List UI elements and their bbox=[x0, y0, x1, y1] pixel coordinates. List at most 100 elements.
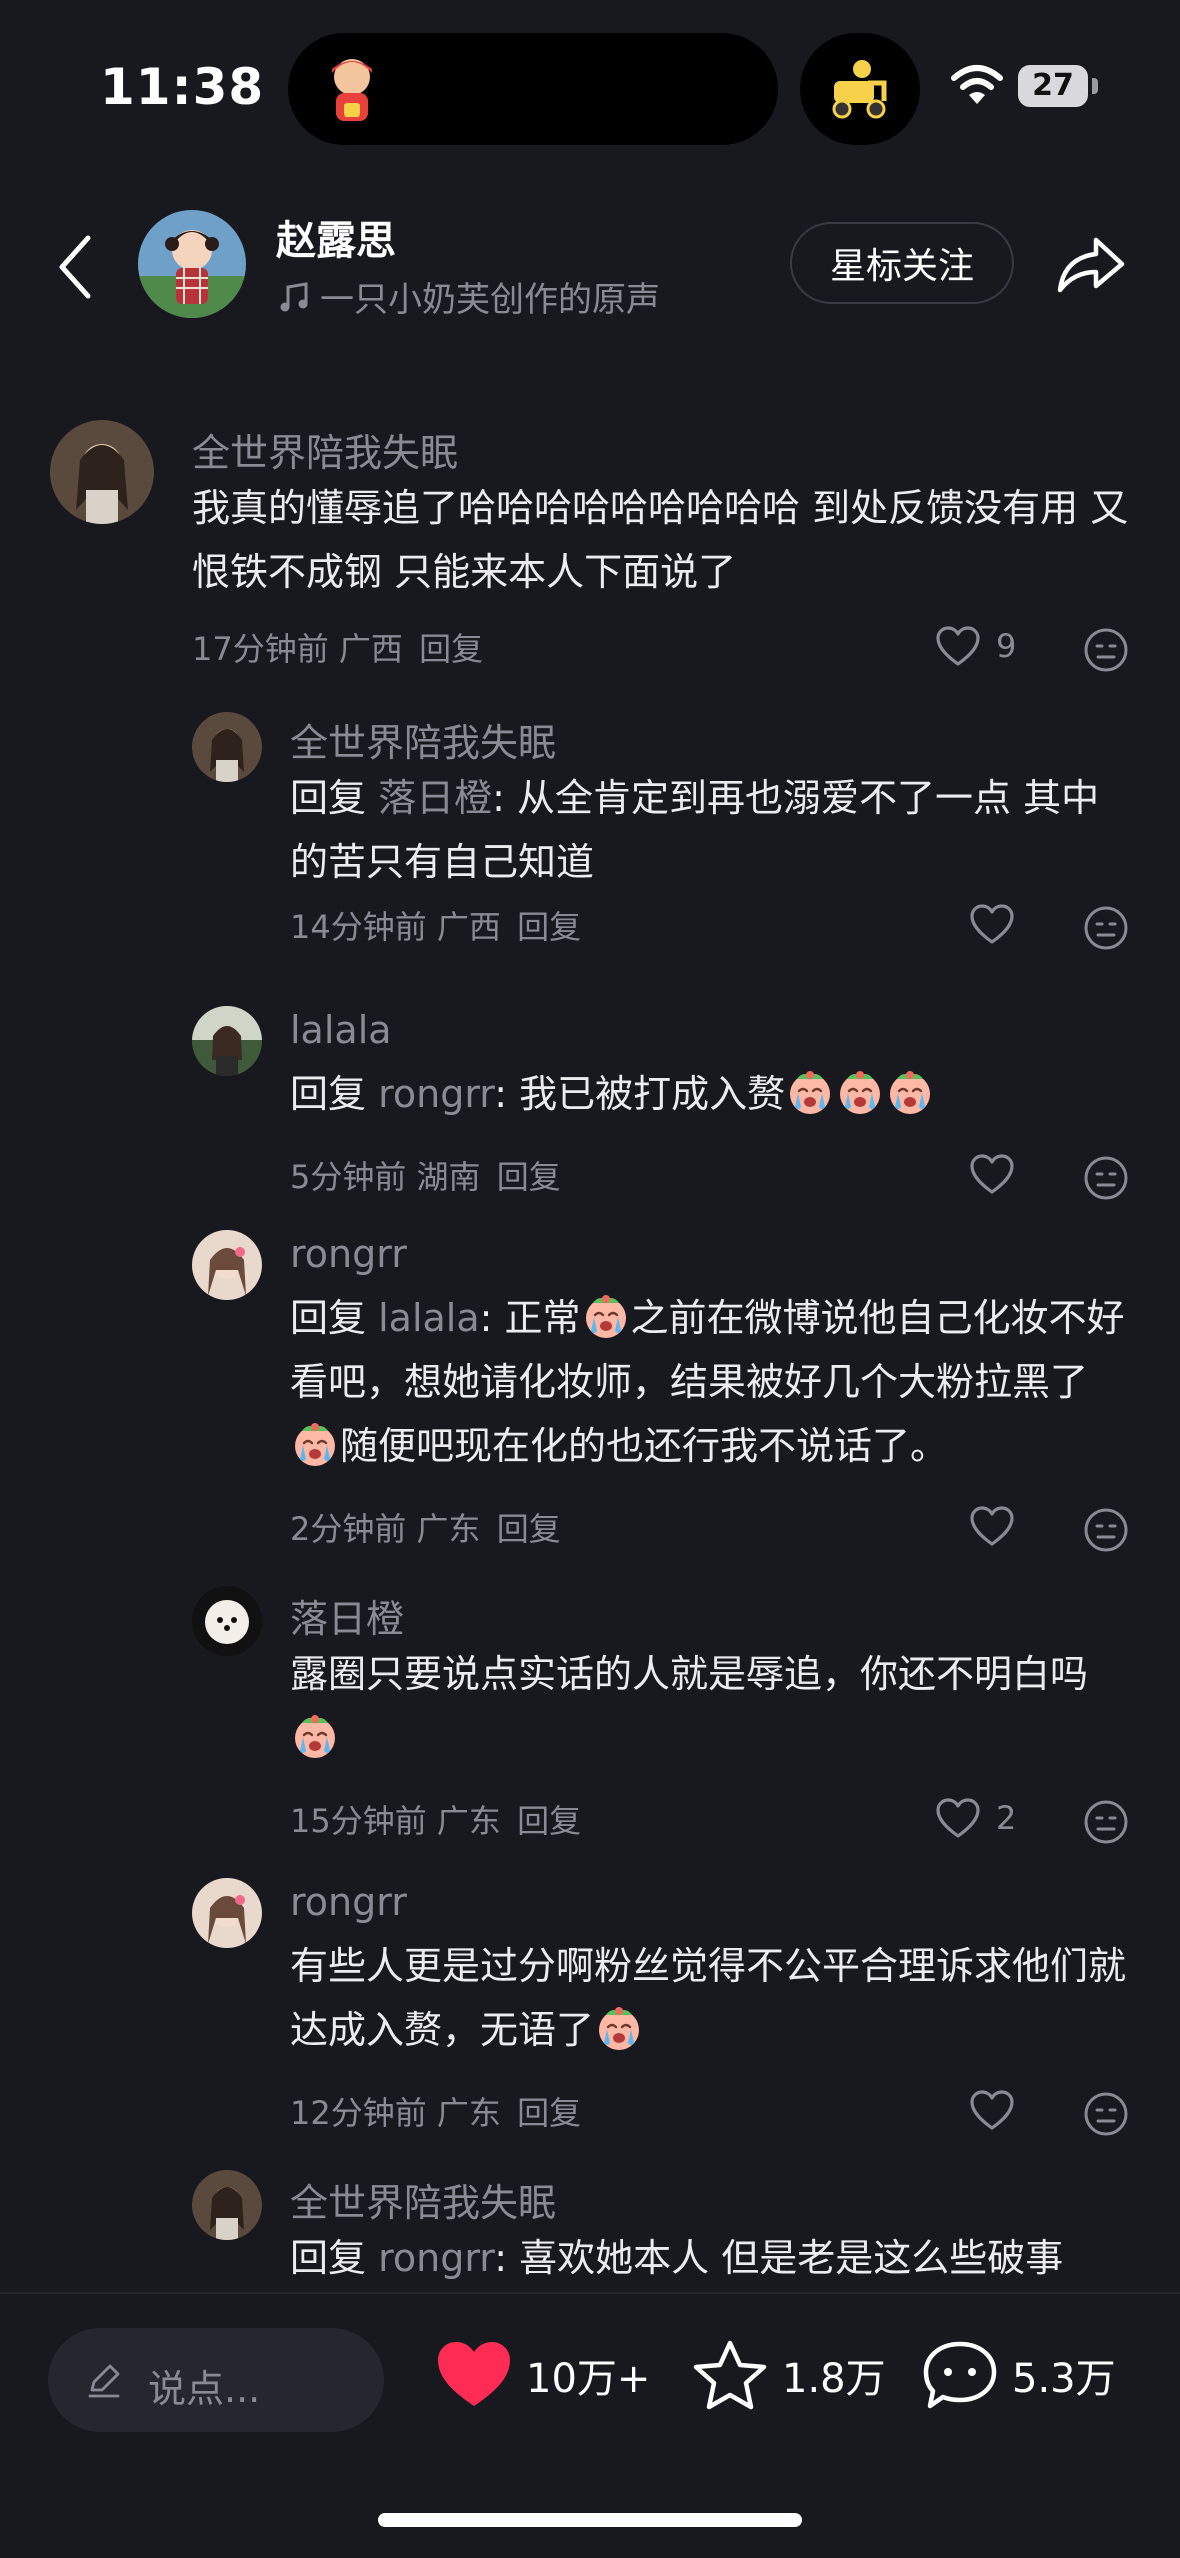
back-arrow-icon[interactable] bbox=[50, 230, 100, 305]
comment-location: 广西 bbox=[338, 630, 403, 668]
user-avatar[interactable] bbox=[192, 1230, 262, 1300]
crying-emoji-icon bbox=[885, 1067, 935, 1117]
comment-list[interactable]: 全世界陪我失眠 我真的懂辱追了哈哈哈哈哈哈哈哈哈 到处反馈没有用 又恨铁不成钢 … bbox=[0, 400, 1180, 2290]
reply-button[interactable]: 回复 bbox=[497, 1510, 561, 1548]
crying-emoji-icon bbox=[290, 1419, 340, 1469]
comment-time: 15分钟前 bbox=[290, 1802, 427, 1840]
comment-body: 有些人更是过分啊粉丝觉得不公平合理诉求他们就达成入赘，无语了 bbox=[290, 1944, 1127, 2052]
user-avatar[interactable] bbox=[192, 1006, 262, 1076]
reply-prefix: 回复 bbox=[290, 776, 367, 820]
reply-item: rongrr 回复 lalala: 正常 之前在微博说他自己化妆不好看吧，想她请化… bbox=[0, 1230, 1180, 1530]
crying-emoji-icon bbox=[290, 1711, 340, 1761]
comment-like-button[interactable] bbox=[968, 2088, 1016, 2132]
dislike-face-icon[interactable] bbox=[1082, 1798, 1130, 1846]
reply-button[interactable]: 回复 bbox=[497, 1158, 561, 1196]
user-avatar[interactable] bbox=[192, 1878, 262, 1948]
heart-outline-icon bbox=[968, 1152, 1016, 1196]
comment-username[interactable]: 落日橙 bbox=[290, 1588, 404, 1643]
comment-like-button[interactable] bbox=[968, 1152, 1016, 1196]
reply-item: 全世界陪我失眠 回复 rongrr: 喜欢她本人 但是老是这么些破事 bbox=[0, 2170, 1180, 2290]
reply-to-user[interactable]: lalala bbox=[378, 1296, 480, 1340]
share-icon[interactable] bbox=[1054, 228, 1128, 300]
reply-button[interactable]: 回复 bbox=[517, 1802, 581, 1840]
comment-username[interactable]: 全世界陪我失眠 bbox=[192, 422, 458, 477]
comment-like-button[interactable]: 2 bbox=[934, 1796, 1016, 1840]
home-indicator[interactable] bbox=[378, 2513, 802, 2527]
star-follow-button[interactable]: 星标关注 bbox=[790, 222, 1014, 304]
reply-body-part-1: : 正常 bbox=[479, 1296, 581, 1340]
reply-to-user[interactable]: rongrr bbox=[378, 1072, 494, 1116]
user-avatar[interactable] bbox=[192, 2170, 262, 2240]
delivery-rider-icon bbox=[332, 59, 372, 121]
comment-like-button[interactable] bbox=[968, 902, 1016, 946]
comment-meta: 12分钟前 广东 回复 bbox=[290, 2088, 581, 2134]
comments-button[interactable]: 5.3万 bbox=[920, 2338, 1116, 2412]
dislike-face-icon[interactable] bbox=[1082, 904, 1130, 952]
comment-username[interactable]: 全世界陪我失眠 bbox=[290, 712, 556, 767]
comment-time: 12分钟前 bbox=[290, 2094, 427, 2132]
comment-input[interactable]: 说点... bbox=[48, 2328, 384, 2432]
comment-meta: 2分钟前 广东 回复 bbox=[290, 1504, 561, 1550]
comment-body: 露圈只要说点实话的人就是辱追，你还不明白吗 bbox=[290, 1652, 1089, 1696]
comment-location: 广西 bbox=[436, 908, 501, 946]
avatar-image bbox=[192, 1586, 262, 1656]
comment-text: 露圈只要说点实话的人就是辱追，你还不明白吗 bbox=[290, 1642, 1132, 1770]
comment-location: 广东 bbox=[436, 1802, 501, 1840]
reply-prefix: 回复 bbox=[290, 2236, 367, 2280]
sound-info[interactable]: 一只小奶芙创作的原声 bbox=[276, 272, 660, 321]
reply-button[interactable]: 回复 bbox=[517, 2094, 581, 2132]
dislike-face-icon[interactable] bbox=[1082, 1506, 1130, 1554]
reply-item: rongrr 有些人更是过分啊粉丝觉得不公平合理诉求他们就达成入赘，无语了 12… bbox=[0, 1878, 1180, 2138]
comment-time: 2分钟前 bbox=[290, 1510, 407, 1548]
comment-count: 5.3万 bbox=[1012, 2356, 1116, 2402]
comment-like-button[interactable]: 9 bbox=[934, 624, 1016, 668]
comment-username[interactable]: rongrr bbox=[290, 1880, 407, 1924]
reply-to-user[interactable]: rongrr bbox=[378, 2236, 494, 2280]
dynamic-island[interactable] bbox=[288, 33, 778, 145]
user-avatar[interactable] bbox=[50, 420, 154, 524]
comment-meta: 5分钟前 湖南 回复 bbox=[290, 1152, 561, 1198]
favorite-count: 1.8万 bbox=[782, 2356, 886, 2402]
dislike-face-icon[interactable] bbox=[1082, 1154, 1130, 1202]
avatar-image bbox=[50, 420, 154, 524]
reply-to-user[interactable]: 落日橙 bbox=[378, 776, 492, 820]
comment-meta: 14分钟前 广西 回复 bbox=[290, 902, 581, 948]
comment-username[interactable]: lalala bbox=[290, 1008, 392, 1052]
comment-text: 回复 落日橙: 从全肯定到再也溺爱不了一点 其中的苦只有自己知道 bbox=[290, 766, 1132, 894]
reply-item: lalala 回复 rongrr: 我已被打成入赘 5分钟前 湖南 回复 bbox=[0, 1006, 1180, 1226]
crying-emoji-icon bbox=[594, 2003, 644, 2053]
live-activity[interactable] bbox=[800, 33, 920, 145]
comment-meta: 17分钟前 广西 回复 bbox=[192, 624, 483, 670]
scooter-delivery-icon bbox=[832, 60, 887, 119]
comment-text: 我真的懂辱追了哈哈哈哈哈哈哈哈哈 到处反馈没有用 又恨铁不成钢 只能来本人下面说… bbox=[192, 486, 1129, 594]
comment-username[interactable]: rongrr bbox=[290, 1232, 407, 1276]
user-avatar[interactable] bbox=[192, 1586, 262, 1656]
star-outline-icon bbox=[693, 2340, 767, 2410]
battery-level: 27 bbox=[1018, 65, 1088, 107]
video-header: 赵露思 一只小奶芙创作的原声 星标关注 bbox=[0, 190, 1180, 340]
avatar-image bbox=[192, 1230, 262, 1300]
comment-location: 湖南 bbox=[416, 1158, 481, 1196]
comment-username[interactable]: 全世界陪我失眠 bbox=[290, 2172, 556, 2227]
comment-like-button[interactable] bbox=[968, 1504, 1016, 1548]
author-name[interactable]: 赵露思 bbox=[276, 208, 396, 266]
favorite-button[interactable]: 1.8万 bbox=[690, 2338, 886, 2412]
comment-like-count: 9 bbox=[996, 627, 1017, 665]
status-time: 11:38 bbox=[100, 58, 265, 116]
author-avatar[interactable] bbox=[138, 210, 246, 318]
author-avatar-image bbox=[138, 210, 246, 318]
avatar-image bbox=[192, 1878, 262, 1948]
crying-emoji-icon bbox=[581, 1291, 631, 1341]
reply-button[interactable]: 回复 bbox=[419, 630, 483, 668]
avatar-image bbox=[192, 712, 262, 782]
comment-text: 回复 rongrr: 喜欢她本人 但是老是这么些破事 bbox=[290, 2226, 1132, 2290]
dislike-face-icon[interactable] bbox=[1082, 2090, 1130, 2138]
like-button[interactable]: 10万+ bbox=[434, 2338, 650, 2412]
heart-outline-icon bbox=[934, 624, 982, 668]
comment-text: 回复 rongrr: 我已被打成入赘 bbox=[290, 1062, 1132, 1126]
reply-button[interactable]: 回复 bbox=[517, 908, 581, 946]
heart-outline-icon bbox=[968, 1504, 1016, 1548]
dislike-face-icon[interactable] bbox=[1082, 626, 1130, 674]
user-avatar[interactable] bbox=[192, 712, 262, 782]
avatar-image bbox=[192, 1006, 262, 1076]
